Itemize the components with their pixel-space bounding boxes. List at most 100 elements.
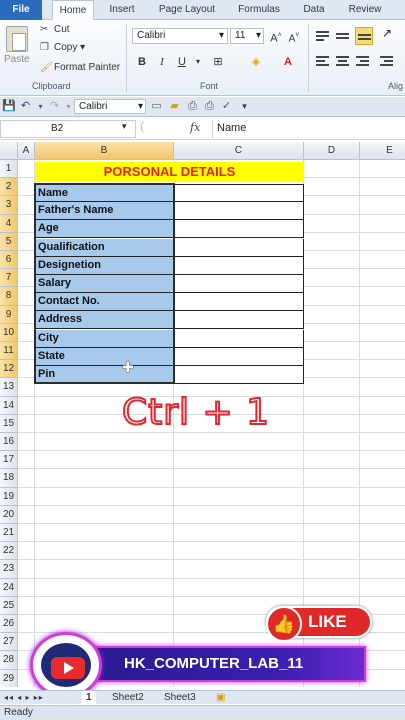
tab-file[interactable]: File [0,0,42,20]
label-cell[interactable]: Designetion [35,256,174,275]
redo-icon[interactable]: ↷ [48,100,61,113]
row-header[interactable]: 22 [0,542,18,561]
tab-review[interactable]: Review [342,0,388,20]
column-header-a[interactable]: A [18,142,35,160]
underline-button[interactable]: U [174,54,190,70]
bold-button[interactable]: B [134,54,150,70]
label-cell[interactable]: State [35,347,174,366]
row-header[interactable]: 21 [0,524,18,543]
paste-icon[interactable] [6,26,28,52]
indent-button[interactable] [380,56,394,68]
row-header[interactable]: 1 [0,160,18,179]
save-icon[interactable]: 💾 [2,100,16,113]
value-cell[interactable] [174,238,304,257]
value-cell[interactable] [174,202,304,221]
row-header[interactable]: 24 [0,578,18,597]
tab-insert[interactable]: Insert [100,0,144,20]
row-header[interactable]: 26 [0,615,18,634]
row-header[interactable]: 15 [0,414,18,433]
print-icon[interactable]: ⎙ [203,100,216,113]
row-header[interactable]: 28 [0,651,18,670]
label-cell[interactable]: Age [35,220,174,239]
open-folder-icon[interactable]: ▰ [168,100,181,113]
value-cell[interactable] [174,275,304,293]
fill-color-button[interactable]: ◈ [248,54,264,70]
grow-font-button[interactable]: A˄ [268,28,284,45]
tab-data[interactable]: Data [296,0,332,20]
row-header[interactable]: 20 [0,505,18,524]
value-cell[interactable] [174,329,304,348]
name-box[interactable]: B2 [0,120,136,138]
row-header[interactable]: 7 [0,269,18,288]
cancel-icon[interactable]: ( [140,119,154,137]
chevron-down-icon[interactable]: ▾ [122,121,127,132]
row-header[interactable]: 4 [0,214,18,233]
row-header[interactable]: 8 [0,287,18,306]
row-header[interactable]: 18 [0,469,18,488]
row-header[interactable]: 9 [0,305,18,324]
value-cell[interactable] [174,293,304,312]
chevron-down-icon[interactable]: ▾ [190,54,206,70]
row-header[interactable]: 3 [0,196,18,215]
align-left-button[interactable] [316,56,330,68]
insert-function-icon[interactable]: fx [190,121,200,134]
sheet-tab-2[interactable]: Sheet2 [108,691,148,704]
row-header[interactable]: 16 [0,433,18,452]
row-header[interactable]: 17 [0,451,18,470]
sheet-tab-1[interactable]: 1 [82,691,96,704]
qat-font-box[interactable]: Calibri ▾ [74,99,146,114]
row-header[interactable]: 12 [0,360,18,379]
column-header-e[interactable]: E [360,142,405,160]
row-header[interactable]: 25 [0,596,18,615]
value-cell[interactable] [174,220,304,239]
title-cell[interactable]: PORSONAL DETAILS [35,162,304,182]
column-header-c[interactable]: C [174,142,304,160]
label-cell[interactable]: Father's Name [35,202,174,221]
formula-input[interactable]: Name [212,120,405,138]
cut-button[interactable]: ✂ Cut [40,24,70,35]
sheet-tab-3[interactable]: Sheet3 [160,691,200,704]
new-document-icon[interactable]: ▭ [150,100,163,113]
label-cell[interactable]: Contact No. [35,293,174,312]
label-cell[interactable]: Name [35,184,174,202]
shrink-font-button[interactable]: A˅ [286,28,302,44]
row-header[interactable]: 13 [0,378,18,397]
print-preview-icon[interactable]: ⎙ [186,100,199,113]
label-cell[interactable]: Pin [35,366,174,384]
undo-icon[interactable]: ↶ [19,100,32,113]
youtube-badge[interactable] [30,632,102,698]
value-cell[interactable] [174,347,304,366]
column-header-b[interactable]: B [35,142,174,160]
row-header[interactable]: 11 [0,342,18,361]
label-cell[interactable]: City [35,329,174,348]
value-cell[interactable] [174,256,304,275]
sheet-scroll-arrows[interactable]: ◂◂ ◂ ▸ ▸▸ [0,691,48,704]
customize-toolbar-icon[interactable]: ▾ [238,100,251,113]
font-color-button[interactable]: A [280,54,296,70]
label-cell[interactable]: Address [35,311,174,330]
row-header[interactable]: 29 [0,669,18,687]
tab-home[interactable]: Home [52,0,94,21]
orientation-button[interactable]: ↗ [382,26,392,40]
copy-button[interactable]: ❐ Copy ▾ [40,42,85,53]
select-all-corner[interactable] [0,142,18,160]
label-cell[interactable]: Qualification [35,238,174,257]
value-cell[interactable] [174,311,304,330]
align-center-button[interactable] [336,56,350,68]
paste-button[interactable]: Paste [4,54,30,65]
value-cell[interactable] [174,366,304,384]
tab-page-layout[interactable]: Page Layout [152,0,222,20]
label-cell[interactable]: Salary [35,275,174,293]
row-header[interactable]: 23 [0,560,18,579]
spelling-icon[interactable]: ✓ [220,100,233,113]
format-painter-button[interactable]: 🖌Format Painter [40,62,120,73]
row-header[interactable]: 14 [0,396,18,415]
align-right-button[interactable] [356,56,370,68]
row-header[interactable]: 19 [0,487,18,506]
borders-button[interactable]: ⊞ [210,54,226,70]
row-header[interactable]: 6 [0,251,18,270]
chevron-down-icon[interactable]: ▾ [34,100,47,113]
align-middle-button[interactable] [336,30,350,42]
row-header[interactable]: 2 [0,178,18,197]
value-cell[interactable] [174,184,304,202]
